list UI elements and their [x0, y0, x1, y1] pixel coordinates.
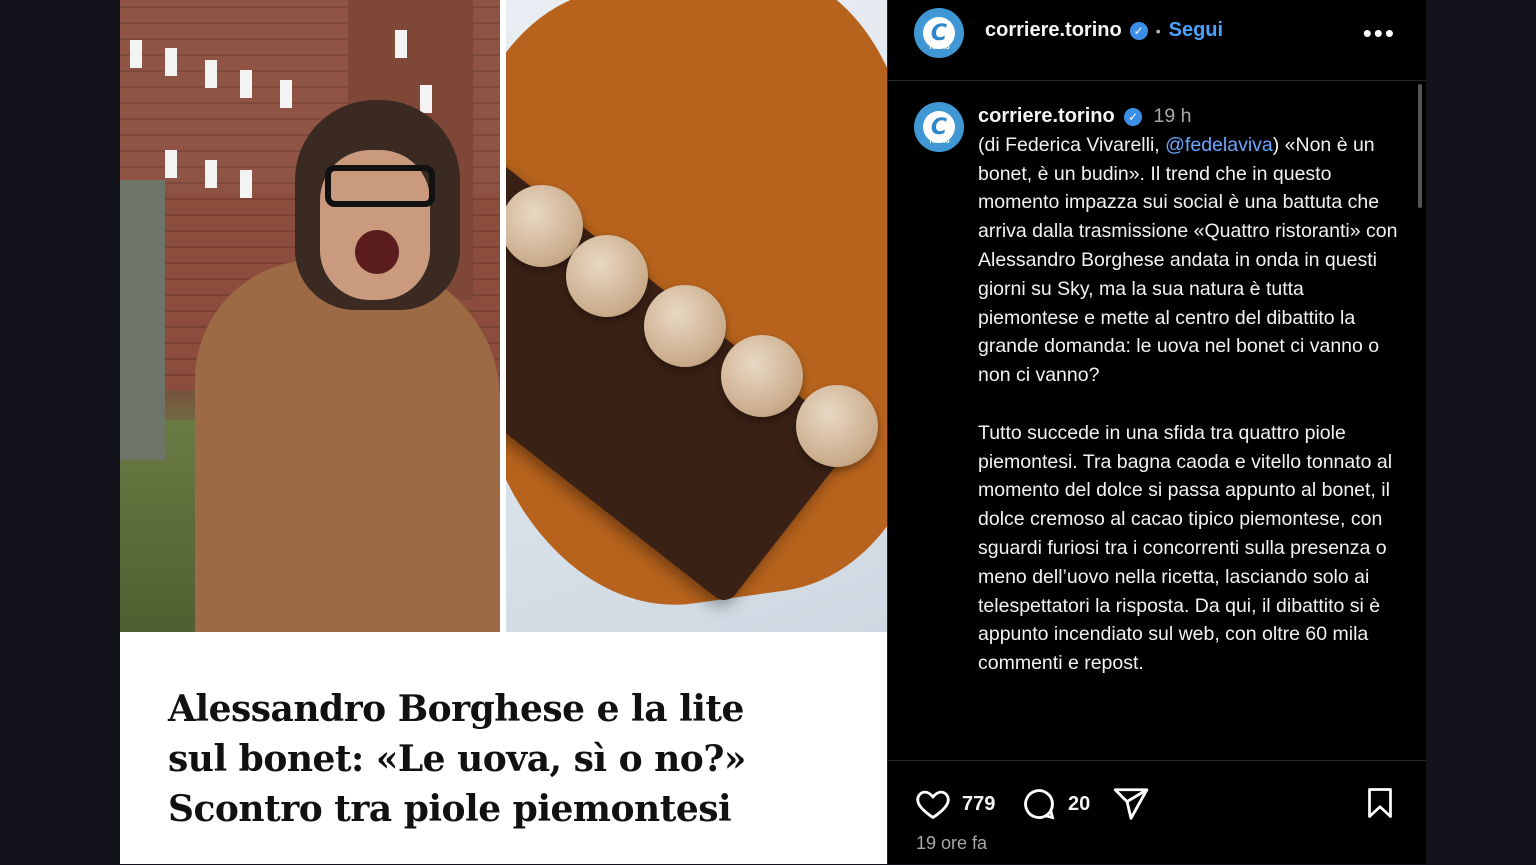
post-sidebar: C Torino corriere.torino ✓ • Segui ••• C…: [887, 0, 1426, 864]
comment-action: 20: [1020, 785, 1090, 823]
caption-text: ) «Non è un bonet, è un budin». Il trend…: [978, 133, 1398, 387]
caption-avatar-sub: Torino: [928, 138, 950, 145]
post-header: C Torino corriere.torino ✓ • Segui •••: [888, 0, 1426, 81]
headline-line-3: Scontro tra piole piemontesi: [168, 788, 732, 830]
share-action: [1112, 785, 1150, 823]
separator: •: [1155, 22, 1161, 39]
more-icon[interactable]: •••: [1363, 18, 1396, 49]
caption-avatar[interactable]: C Torino: [914, 102, 964, 152]
verified-icon: ✓: [1124, 107, 1143, 126]
instagram-post: Alessandro Borghese e la lite sul bonet:…: [120, 0, 1426, 864]
photo-borghese: [120, 0, 500, 632]
post-time-ago[interactable]: 19 ore fa: [916, 833, 987, 854]
verified-icon: ✓: [1129, 21, 1148, 40]
comment-icon[interactable]: [1020, 785, 1058, 823]
bookmark-icon[interactable]: [1362, 785, 1398, 821]
scrollbar[interactable]: [1418, 84, 1422, 208]
caption-username[interactable]: corriere.torino: [978, 105, 1115, 127]
headline-line-1: Alessandro Borghese e la lite: [168, 688, 744, 730]
header-username[interactable]: corriere.torino: [985, 19, 1122, 42]
headline-line-2: sul bonet: «Le uova, sì o no?»: [168, 738, 746, 780]
like-action: 779: [914, 785, 995, 823]
heart-icon[interactable]: [914, 785, 952, 823]
caption-paragraph-2: Tutto succede in una sfida tra quattro p…: [978, 421, 1393, 675]
caption: corriere.torino ✓ 19 h (di Federica Viva…: [978, 102, 1398, 678]
post-media[interactable]: Alessandro Borghese e la lite sul bonet:…: [120, 0, 887, 864]
avatar-sub: Torino: [928, 44, 950, 51]
article-headline: Alessandro Borghese e la lite sul bonet:…: [168, 684, 768, 834]
comment-count: 20: [1068, 792, 1091, 815]
photo-bonet: [506, 0, 887, 632]
action-bar: 779 20 19 ore fa: [888, 760, 1426, 865]
like-count[interactable]: 779: [962, 793, 995, 816]
caption-time[interactable]: 19 h: [1154, 105, 1192, 127]
avatar[interactable]: C Torino: [914, 8, 964, 58]
caption-paragraph-1: (di Federica Vivarelli, @fedelaviva) «No…: [978, 131, 1398, 390]
share-icon[interactable]: [1112, 785, 1150, 823]
caption-text: (di Federica Vivarelli,: [978, 133, 1166, 156]
mention-link[interactable]: @fedelaviva: [1165, 134, 1273, 156]
follow-button[interactable]: Segui: [1169, 19, 1223, 42]
bookmark-action: [1362, 785, 1398, 821]
